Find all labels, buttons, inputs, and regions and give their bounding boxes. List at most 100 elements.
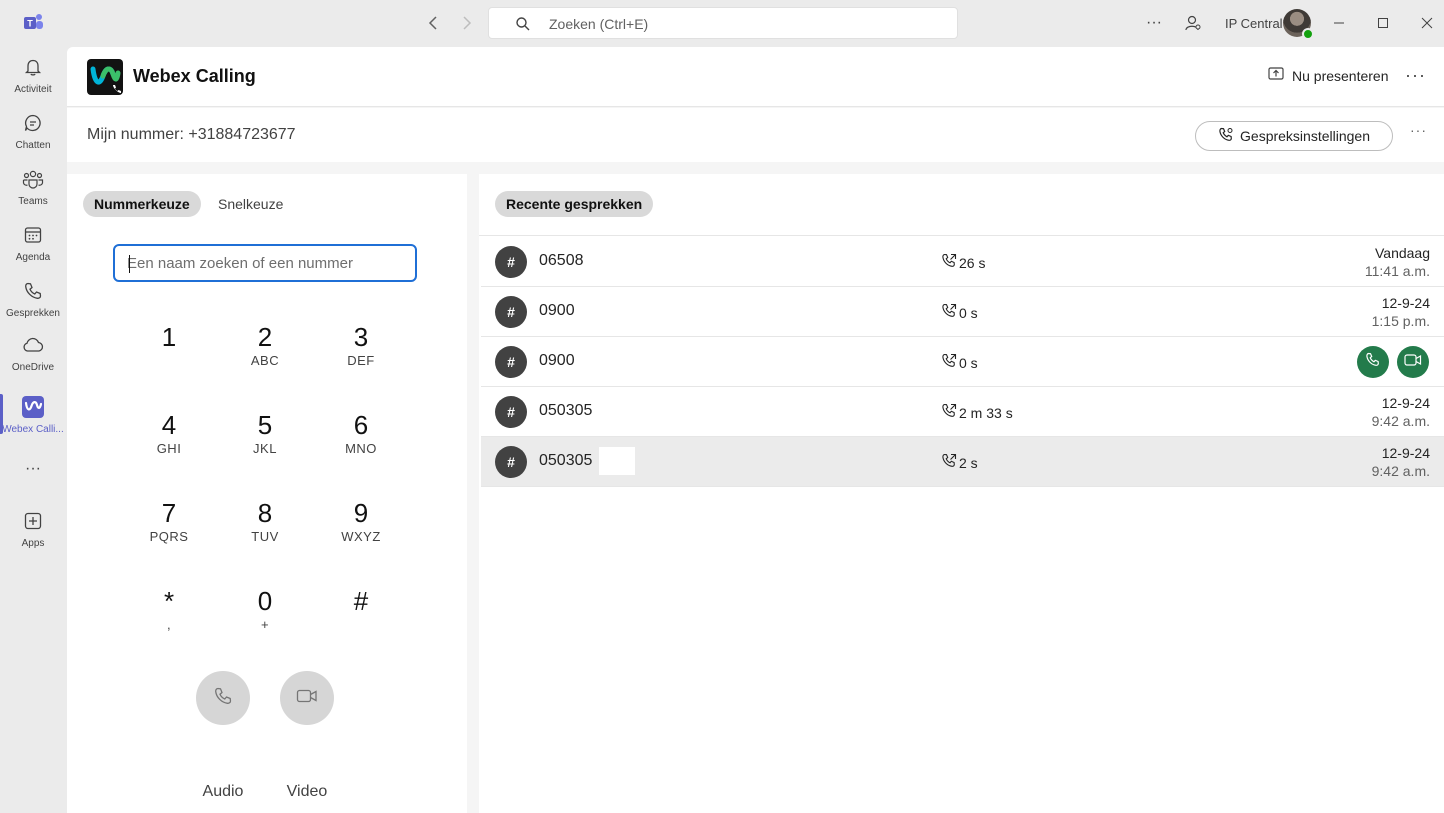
more-options-icon: ··· — [25, 460, 41, 477]
rail-item-label: Apps — [21, 538, 45, 549]
call-number: 06508 — [539, 252, 584, 269]
call-datetime: 12-9-24 9:42 a.m. — [1372, 444, 1430, 480]
dial-key-9[interactable]: 9 WXYZ — [325, 492, 397, 556]
teams-logo-icon[interactable]: T — [22, 12, 44, 34]
call-settings-label: Gespreksinstellingen — [1240, 128, 1370, 144]
dial-input[interactable] — [115, 246, 415, 280]
rail-item-calendar[interactable]: Agenda — [0, 214, 66, 270]
call-duration: 2 m 33 s — [941, 403, 1013, 422]
call-time: 9:42 a.m. — [1371, 463, 1430, 479]
close-icon[interactable] — [1416, 12, 1438, 34]
rail-item-calls[interactable]: Gesprekken — [0, 270, 66, 326]
outgoing-call-icon — [941, 303, 957, 322]
dial-input-field[interactable] — [113, 244, 417, 282]
present-button[interactable]: Nu presenteren — [1268, 67, 1389, 84]
duration-text: 2 m 33 s — [959, 404, 1013, 421]
app-title: Webex Calling — [133, 66, 256, 86]
key-letters: + — [260, 617, 270, 632]
back-arrow-icon[interactable] — [424, 13, 444, 33]
call-number: 050305 — [539, 402, 593, 419]
recent-call-row[interactable]: # 0900 0 s 12-9-24 1:15 p.m. — [481, 287, 1444, 337]
key-letters: GHI — [156, 441, 182, 456]
maximize-icon[interactable] — [1372, 12, 1394, 34]
call-duration: 0 s — [941, 353, 978, 372]
call-datetime: Vandaag 11:41 a.m. — [1365, 244, 1430, 280]
call-back-audio-button[interactable] — [1357, 346, 1389, 378]
subbar-more-icon[interactable]: ··· — [1410, 122, 1427, 138]
rail-item-webex-calling[interactable]: Webex Calli... — [0, 386, 66, 442]
dial-key-5[interactable]: 5 JKL — [229, 404, 301, 468]
rail-item-teams[interactable]: Teams — [0, 158, 66, 214]
key-letters: ABC — [250, 353, 280, 368]
app-header: Webex Calling Nu presenteren ··· — [67, 47, 1444, 107]
contact-avatar: # — [495, 446, 527, 478]
rail-item-label: OneDrive — [11, 362, 55, 373]
dial-key-4[interactable]: 4 GHI — [133, 404, 205, 468]
video-camera-icon — [1404, 353, 1422, 372]
rail-more-button[interactable]: ··· — [0, 450, 66, 490]
rail-item-onedrive[interactable]: OneDrive — [0, 324, 66, 380]
call-duration: 0 s — [941, 303, 978, 322]
tab-snelkeuze[interactable]: Snelkeuze — [207, 191, 294, 217]
duration-text: 0 s — [959, 354, 978, 371]
dial-key-7[interactable]: 7 PQRS — [133, 492, 205, 556]
minimize-icon[interactable] — [1328, 12, 1350, 34]
rail-item-apps[interactable]: Apps — [0, 500, 66, 556]
key-letters: DEF — [347, 353, 375, 368]
key-digit: 8 — [257, 498, 273, 528]
rail-item-activity[interactable]: Activiteit — [0, 46, 66, 102]
dial-key-1[interactable]: 1 — [133, 316, 205, 380]
rail-item-label: Chatten — [15, 140, 51, 151]
video-call-button[interactable] — [280, 671, 334, 725]
key-digit: 2 — [257, 322, 273, 352]
dial-key-2[interactable]: 2 ABC — [229, 316, 301, 380]
more-options-icon[interactable]: ··· — [1144, 0, 1164, 46]
dial-key-8[interactable]: 8 TUV — [229, 492, 301, 556]
dial-key-star[interactable]: *, — [133, 580, 205, 644]
call-datetime: 12-9-24 9:42 a.m. — [1372, 394, 1430, 430]
rail-item-label: Webex Calli... — [2, 424, 64, 435]
call-time: 9:42 a.m. — [1371, 413, 1430, 429]
teams-icon — [22, 168, 44, 190]
chat-icon — [22, 112, 44, 134]
dial-key-6[interactable]: 6 MNO — [325, 404, 397, 468]
dial-key-hash[interactable]: # — [325, 580, 397, 644]
call-duration: 2 s — [941, 453, 978, 472]
search-input[interactable]: Zoeken (Ctrl+E) — [488, 7, 958, 39]
outgoing-call-icon — [941, 353, 957, 372]
call-back-video-button[interactable] — [1397, 346, 1429, 378]
rail-item-chat[interactable]: Chatten — [0, 102, 66, 158]
call-time: 11:41 a.m. — [1364, 263, 1430, 279]
audio-call-button[interactable] — [196, 671, 250, 725]
app-rail: Activiteit Chatten Teams Agenda Gesprekk… — [0, 46, 66, 813]
share-screen-icon — [1268, 67, 1284, 84]
tab-nummerkeuze[interactable]: Nummerkeuze — [83, 191, 201, 217]
call-settings-button[interactable]: Gespreksinstellingen — [1195, 121, 1393, 151]
recent-call-row[interactable]: # 050305 2 m 33 s 12-9-24 9:42 a.m. — [481, 387, 1444, 437]
org-name[interactable]: IP Central — [1225, 0, 1283, 46]
dial-key-0[interactable]: 0 + — [229, 580, 301, 644]
forward-arrow-icon[interactable] — [456, 13, 476, 33]
contact-avatar: # — [495, 396, 527, 428]
recent-call-row[interactable]: # 06508 26 s Vandaag 11:41 a.m. — [481, 237, 1444, 287]
dial-key-3[interactable]: 3 DEF — [325, 316, 397, 380]
call-date: Vandaag — [1374, 245, 1430, 261]
audio-label: Audio — [202, 783, 244, 800]
title-bar: T Zoeken (Ctrl+E) ··· IP Central — [0, 0, 1444, 46]
bell-icon — [22, 56, 44, 78]
recent-call-row[interactable]: # 050305 2 s 12-9-24 9:42 a.m. — [481, 437, 1444, 487]
user-avatar[interactable] — [1283, 9, 1314, 40]
tab-recent-calls[interactable]: Recente gesprekken — [495, 191, 654, 217]
call-date: 12-9-24 — [1381, 445, 1430, 461]
video-label: Video — [286, 783, 328, 800]
person-settings-icon[interactable] — [1183, 0, 1203, 46]
key-digit: 0 — [257, 586, 273, 616]
contact-avatar: # — [495, 246, 527, 278]
rail-item-label: Teams — [18, 196, 48, 207]
recent-call-row[interactable]: # 0900 0 s — [481, 337, 1444, 387]
recent-calls-header: Recente gesprekken — [479, 174, 1444, 236]
number-bar: Mijn nummer: +31884723677 Gespreksinstel… — [67, 108, 1444, 162]
svg-text:T: T — [27, 19, 33, 29]
header-more-icon[interactable]: ··· — [1405, 65, 1426, 86]
rail-item-label: Gesprekken — [6, 308, 60, 319]
